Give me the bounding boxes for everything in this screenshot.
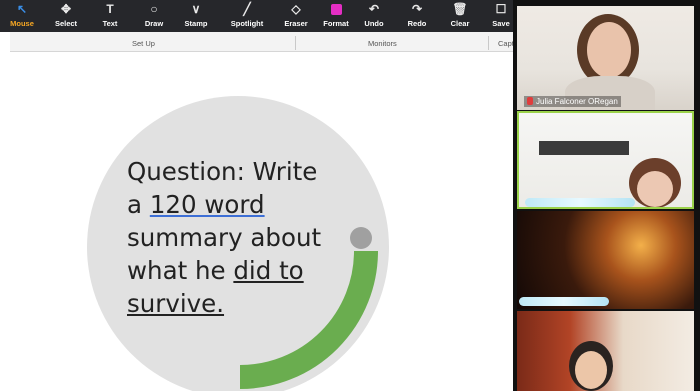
participant-tile-active-speaker[interactable] xyxy=(517,111,694,209)
spotlight-tool-button[interactable]: ╱ Spotlight xyxy=(224,0,270,32)
stamp-tool-button[interactable]: ∨ Stamp xyxy=(178,0,214,32)
question-line: survive. xyxy=(127,289,225,318)
muted-mic-icon xyxy=(527,97,533,105)
spotlight-icon: ╱ xyxy=(243,2,251,16)
select-icon: ✥ xyxy=(60,2,72,16)
clear-button[interactable]: 🗑 Clear xyxy=(442,0,478,32)
participant-face xyxy=(637,171,673,207)
participant-face xyxy=(587,22,631,78)
question-line: what he did to xyxy=(127,256,304,285)
ribbon-divider xyxy=(488,36,489,50)
participant-name-label: Julia Falconer ORegan xyxy=(524,96,621,107)
participant-face xyxy=(575,351,607,389)
eraser-tool-button[interactable]: ◇ Eraser xyxy=(278,0,314,32)
draw-icon: ○ xyxy=(150,2,158,16)
ribbon-group-setup: Set Up xyxy=(132,39,155,48)
question-line: summary about xyxy=(127,223,322,252)
format-tool-button[interactable]: Format xyxy=(318,0,354,32)
underlined-word-count: 120 word xyxy=(149,190,265,219)
ribbon-group-monitors: Monitors xyxy=(368,39,397,48)
participant-gallery: Julia Falconer ORegan xyxy=(513,0,700,391)
ribbon-strip: Set Up Monitors Capt xyxy=(10,32,515,52)
mouse-tool-button[interactable]: ↖ Mouse xyxy=(4,0,40,32)
ribbon-divider xyxy=(295,36,296,50)
undo-button[interactable]: ↶ Undo xyxy=(356,0,392,32)
underlined-phrase: did to xyxy=(233,256,304,285)
stamp-icon: ∨ xyxy=(191,2,201,16)
question-line: a 120 word xyxy=(127,190,265,219)
clear-icon: 🗑 xyxy=(452,2,468,16)
annotation-toolbar: ↖ Mouse ✥ Select T Text ○ Draw ∨ Stamp ╱… xyxy=(0,0,513,32)
ribbon-group-captions: Capt xyxy=(498,39,514,48)
shared-slide: Question: Write a 120 word summary about… xyxy=(0,53,515,391)
eraser-icon: ◇ xyxy=(291,2,301,16)
participant-tile[interactable] xyxy=(517,311,694,391)
redo-icon: ↷ xyxy=(411,2,423,16)
redo-button[interactable]: ↷ Redo xyxy=(399,0,435,32)
format-icon xyxy=(318,0,354,18)
question-line: Question: Write xyxy=(127,157,318,186)
text-icon: T xyxy=(106,2,114,16)
slide-dot-shape xyxy=(350,227,372,249)
name-label-redacted xyxy=(519,297,609,306)
mouse-pointer-icon: ↖ xyxy=(16,2,28,16)
participant-tile[interactable] xyxy=(517,211,694,309)
question-text: Question: Write a 120 word summary about… xyxy=(127,155,342,320)
draw-tool-button[interactable]: ○ Draw xyxy=(136,0,172,32)
undo-icon: ↶ xyxy=(368,2,380,16)
shelf-items xyxy=(539,141,629,155)
name-label-redacted xyxy=(525,198,635,207)
text-tool-button[interactable]: T Text xyxy=(92,0,128,32)
participant-tile[interactable]: Julia Falconer ORegan xyxy=(517,6,694,110)
select-tool-button[interactable]: ✥ Select xyxy=(48,0,84,32)
